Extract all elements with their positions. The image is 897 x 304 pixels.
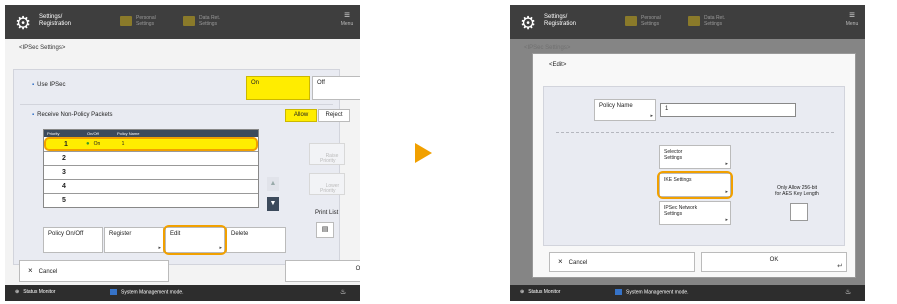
system-management-status: System Management mode. bbox=[110, 289, 184, 295]
chevron-right-icon: ▸ bbox=[158, 245, 161, 251]
table-row[interactable]: 3 bbox=[44, 165, 258, 179]
menu-button[interactable]: ≡ Menu bbox=[340, 11, 354, 33]
scroll-down-button[interactable]: ▼ bbox=[267, 197, 279, 211]
close-icon: × bbox=[28, 266, 33, 275]
chevron-up-icon: ▲ bbox=[269, 180, 277, 187]
aes-256-checkbox[interactable] bbox=[790, 203, 808, 221]
aes-key-length-label: Only Allow 256-bit for AES Key Length bbox=[775, 185, 819, 197]
register-button[interactable]: Register ▸ bbox=[104, 227, 164, 253]
edit-dialog: <Edit> Policy Name ▸ 1 Selector Settings ▸… bbox=[532, 53, 856, 278]
status-bar: ⊕ Status Monitor System Management mode. … bbox=[510, 285, 865, 301]
app-title: Settings/ Registration bbox=[39, 14, 72, 27]
data-settings-shortcut[interactable]: Data Ret. Settings bbox=[688, 15, 736, 29]
delete-button[interactable]: Delete bbox=[226, 227, 286, 253]
ok-button[interactable]: OK↵ bbox=[285, 260, 360, 282]
receive-non-policy-label: ▪ Receive Non-Policy Packets bbox=[32, 112, 113, 118]
status-monitor-button[interactable]: ⊕ Status Monitor bbox=[15, 289, 55, 295]
status-monitor-icon: ⊕ bbox=[15, 289, 20, 295]
folder-icon bbox=[120, 16, 132, 26]
print-list-button[interactable]: ▤ bbox=[316, 222, 334, 238]
use-ipsec-off-button[interactable]: Off bbox=[312, 76, 360, 100]
breadcrumb: <IPSec Settings> bbox=[19, 45, 66, 51]
divider bbox=[556, 132, 834, 133]
dialog-panel: Policy Name ▸ 1 Selector Settings ▸ IKE Se… bbox=[543, 86, 845, 246]
allow-button[interactable]: Allow bbox=[285, 109, 317, 122]
cancel-button[interactable]: × Cancel bbox=[19, 260, 169, 282]
table-header: Priority On/Off Policy Name bbox=[44, 130, 258, 137]
transition-arrow-icon bbox=[415, 143, 432, 163]
dialog-title: <Edit> bbox=[549, 62, 567, 68]
print-list-label: Print List bbox=[315, 210, 339, 216]
status-monitor-button[interactable]: ⊕ Status Monitor bbox=[520, 289, 560, 295]
top-bar: ⚙ Settings/ Registration Personal Settin… bbox=[510, 5, 865, 39]
status-on-icon: ● bbox=[86, 141, 90, 147]
status-bar: ⊕ Status Monitor System Management mode. … bbox=[5, 285, 360, 301]
column-header-policy-name: Policy Name bbox=[117, 131, 140, 136]
system-management-icon bbox=[615, 289, 622, 295]
policy-name-field[interactable]: 1 bbox=[660, 103, 796, 117]
system-management-icon bbox=[110, 289, 117, 295]
use-ipsec-on-button[interactable]: On bbox=[246, 76, 310, 100]
divider bbox=[20, 104, 333, 105]
lower-priority-button[interactable]: Lower Priority bbox=[309, 173, 345, 195]
ipsec-settings-screen: ⚙ Settings/ Registration Personal Settin… bbox=[5, 5, 360, 301]
policy-table: Priority On/Off Policy Name 1 ● On 1 2 3… bbox=[43, 129, 259, 208]
cancel-button[interactable]: × Cancel bbox=[549, 252, 695, 272]
status-monitor-icon: ⊕ bbox=[520, 289, 525, 295]
policy-onoff-button[interactable]: Policy On/Off bbox=[43, 227, 103, 253]
folder-icon bbox=[625, 16, 637, 26]
ok-button[interactable]: OK↵ bbox=[701, 252, 847, 272]
menu-icon: ≡ bbox=[344, 10, 350, 21]
confirm-icon: ↵ bbox=[837, 263, 843, 270]
column-header-priority: Priority bbox=[47, 131, 60, 136]
use-ipsec-label: ▪ Use IPSec bbox=[32, 82, 66, 88]
table-row[interactable]: 5 bbox=[44, 193, 258, 207]
policy-name-button[interactable]: Policy Name ▸ bbox=[594, 99, 656, 121]
chevron-right-icon: ▸ bbox=[650, 113, 653, 119]
table-row[interactable]: 2 bbox=[44, 151, 258, 165]
folder-icon bbox=[183, 16, 195, 26]
table-row[interactable]: 4 bbox=[44, 179, 258, 193]
system-management-status: System Management mode. bbox=[615, 289, 689, 295]
edit-highlight bbox=[163, 225, 227, 255]
table-row[interactable]: 1 ● On 1 bbox=[44, 137, 258, 151]
energy-saver-icon[interactable]: ♨ bbox=[340, 288, 346, 296]
reject-button[interactable]: Reject bbox=[318, 109, 350, 122]
folder-icon bbox=[688, 16, 700, 26]
menu-icon: ≡ bbox=[849, 10, 855, 21]
personal-settings-shortcut[interactable]: Personal Settings bbox=[120, 15, 168, 29]
selector-settings-button[interactable]: Selector Settings ▸ bbox=[659, 145, 731, 169]
app-title: Settings/ Registration bbox=[544, 14, 577, 27]
ike-settings-highlight bbox=[657, 171, 733, 199]
print-icon: ▤ bbox=[321, 226, 329, 233]
chevron-right-icon: ▸ bbox=[725, 217, 728, 223]
raise-priority-button[interactable]: Raise Priority bbox=[309, 143, 345, 165]
gear-icon: ⚙ bbox=[520, 13, 537, 33]
chevron-down-icon: ▼ bbox=[269, 200, 277, 207]
scroll-up-button[interactable]: ▲ bbox=[267, 177, 279, 191]
personal-settings-shortcut[interactable]: Personal Settings bbox=[625, 15, 673, 29]
close-icon: × bbox=[558, 257, 563, 266]
ipsec-network-settings-button[interactable]: IPSec Network Settings ▸ bbox=[659, 201, 731, 225]
edit-dialog-screen: ⚙ Settings/ Registration Personal Settin… bbox=[510, 5, 865, 301]
top-bar: ⚙ Settings/ Registration Personal Settin… bbox=[5, 5, 360, 39]
data-settings-shortcut[interactable]: Data Ret. Settings bbox=[183, 15, 231, 29]
column-header-onoff: On/Off bbox=[87, 131, 99, 136]
chevron-right-icon: ▸ bbox=[725, 161, 728, 167]
energy-saver-icon[interactable]: ♨ bbox=[845, 288, 851, 296]
menu-button[interactable]: ≡ Menu bbox=[845, 11, 859, 33]
gear-icon: ⚙ bbox=[15, 13, 32, 33]
